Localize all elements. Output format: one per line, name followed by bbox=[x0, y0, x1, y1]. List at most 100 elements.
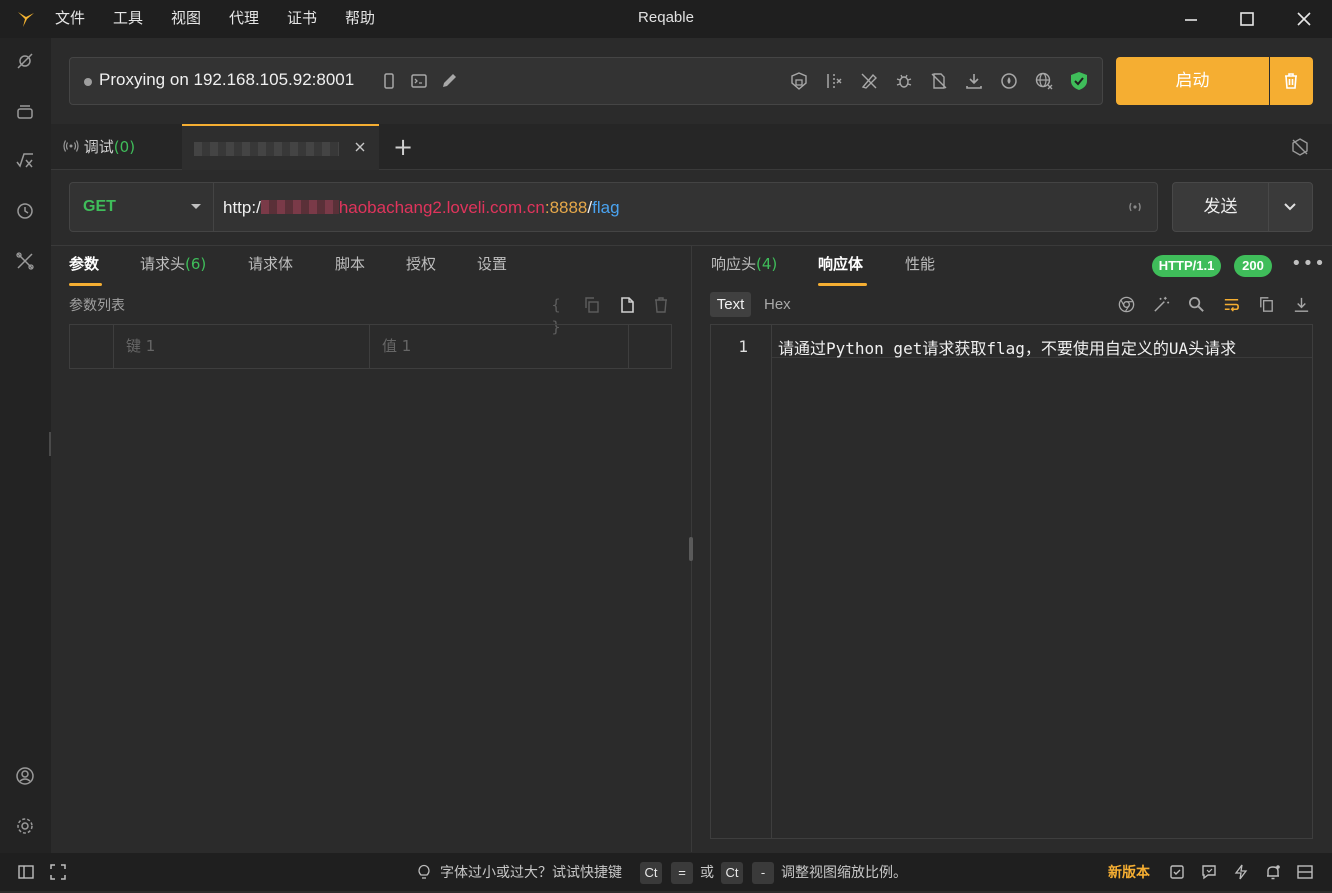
menu-help[interactable]: 帮助 bbox=[345, 0, 375, 38]
delete-icon[interactable] bbox=[650, 294, 672, 316]
broadcast-url-icon[interactable] bbox=[1126, 198, 1144, 216]
status-bar: 字体过小或过大？试试快捷键 Ct = 或 Ct - 调整视图缩放比例。 新版本 bbox=[0, 853, 1332, 891]
param-action-cell[interactable] bbox=[629, 325, 671, 368]
fullscreen-icon[interactable] bbox=[47, 861, 69, 883]
save-download-icon[interactable] bbox=[1291, 294, 1313, 316]
minimize-button[interactable] bbox=[1171, 4, 1211, 34]
history-stack-icon[interactable] bbox=[10, 96, 41, 127]
tab-params-label: 参数 bbox=[69, 255, 100, 273]
tab-request-headers-label: 请求头 bbox=[140, 255, 186, 273]
tab-performance[interactable]: 性能 bbox=[905, 246, 935, 286]
send-button[interactable]: 发送 bbox=[1172, 182, 1269, 232]
block-file-icon[interactable] bbox=[927, 69, 951, 93]
throttle-drop-icon[interactable] bbox=[997, 69, 1021, 93]
menu-proxy[interactable]: 代理 bbox=[229, 0, 259, 38]
layout-panel-icon[interactable] bbox=[1294, 861, 1316, 883]
edit-pencil-icon[interactable] bbox=[437, 69, 461, 93]
api-test-icon[interactable] bbox=[10, 146, 41, 177]
tab-request-body[interactable]: 请求体 bbox=[248, 246, 293, 286]
rewrite-disabled-icon[interactable] bbox=[857, 69, 881, 93]
param-checkbox-cell[interactable] bbox=[70, 325, 114, 368]
close-tab-icon[interactable] bbox=[352, 139, 368, 155]
dismiss-cube-icon[interactable] bbox=[1290, 137, 1312, 159]
shortcut-key-ctrl: Ct bbox=[640, 862, 662, 884]
tab-response-headers-count: (4) bbox=[756, 255, 778, 273]
http-method-select[interactable]: GET bbox=[70, 183, 214, 231]
terminal-icon[interactable] bbox=[407, 69, 431, 93]
params-list-label: 参数列表 bbox=[69, 298, 125, 314]
response-body-viewer[interactable]: 1 请通过Python get请求获取flag，不要使用自定义的UA头请求 bbox=[710, 324, 1313, 839]
tab-debug[interactable]: 调试(0) bbox=[51, 124, 182, 170]
code-line: 请通过Python get请求获取flag，不要使用自定义的UA头请求 bbox=[772, 325, 1312, 358]
menu-file[interactable]: 文件 bbox=[55, 0, 85, 38]
tab-response-headers[interactable]: 响应头(4) bbox=[711, 246, 777, 286]
account-icon[interactable] bbox=[10, 761, 41, 792]
tab-auth[interactable]: 授权 bbox=[406, 246, 436, 286]
tab-request-headers-count: (6) bbox=[185, 255, 207, 273]
proxy-status-text: Proxying on 192.168.105.92:8001 bbox=[99, 70, 355, 89]
lightning-icon[interactable] bbox=[1230, 861, 1252, 883]
settings-gear-icon[interactable] bbox=[10, 811, 41, 842]
tab-request-headers[interactable]: 请求头(6) bbox=[140, 246, 206, 286]
tab-settings[interactable]: 设置 bbox=[477, 246, 507, 286]
network-globe-icon[interactable] bbox=[1032, 69, 1056, 93]
params-table: 键 1 值 1 bbox=[69, 324, 672, 369]
send-options-button[interactable] bbox=[1268, 182, 1313, 232]
tab-debug-label: 调试 bbox=[83, 138, 114, 156]
magic-wand-icon[interactable] bbox=[1151, 294, 1173, 316]
url-path: flag bbox=[592, 198, 620, 217]
breakpoint-icon[interactable] bbox=[822, 69, 846, 93]
menu-tools[interactable]: 工具 bbox=[113, 0, 143, 38]
format-hex-button[interactable]: Hex bbox=[764, 292, 791, 317]
param-key-input[interactable]: 键 1 bbox=[114, 325, 370, 368]
start-proxy-button[interactable]: 启动 bbox=[1116, 57, 1269, 105]
copy-icon[interactable] bbox=[581, 294, 603, 316]
tab-debug-count: (0) bbox=[113, 138, 136, 156]
tab-script[interactable]: 脚本 bbox=[335, 246, 365, 286]
download-icon[interactable] bbox=[962, 69, 986, 93]
redacted-tab-title bbox=[194, 142, 339, 156]
browser-preview-icon[interactable] bbox=[1116, 294, 1138, 316]
zoom-hint-prefix: 字体过小或过大？试试快捷键 bbox=[440, 865, 622, 881]
word-wrap-icon[interactable] bbox=[1221, 294, 1243, 316]
tab-settings-label: 设置 bbox=[477, 255, 508, 273]
splitter-handle[interactable] bbox=[689, 537, 693, 561]
menu-certificate[interactable]: 证书 bbox=[287, 0, 317, 38]
security-shield-icon[interactable] bbox=[1067, 69, 1091, 93]
search-icon[interactable] bbox=[1186, 294, 1208, 316]
clear-trash-button[interactable] bbox=[1270, 57, 1313, 105]
proxy-status-dot bbox=[84, 78, 92, 86]
zoom-hint-suffix: 调整视图缩放比例。 bbox=[781, 865, 907, 881]
url-scheme: http:/ bbox=[223, 198, 261, 217]
bug-script-icon[interactable] bbox=[892, 69, 916, 93]
ssl-lock-icon[interactable] bbox=[787, 69, 811, 93]
param-value-input[interactable]: 值 1 bbox=[370, 325, 629, 368]
add-tab-button[interactable]: + bbox=[391, 135, 415, 160]
tools-icon[interactable] bbox=[10, 246, 41, 277]
more-options-button[interactable]: ••• bbox=[1291, 255, 1325, 276]
json-braces-icon[interactable]: { } bbox=[545, 294, 567, 336]
close-window-button[interactable] bbox=[1284, 4, 1324, 34]
redacted-url-part bbox=[260, 200, 339, 214]
copy-response-icon[interactable] bbox=[1256, 294, 1278, 316]
file-icon[interactable] bbox=[616, 294, 638, 316]
capture-satellite-icon[interactable] bbox=[10, 46, 41, 77]
request-url-bar: GET http:/ haobachang2.loveli.com.cn:8888… bbox=[69, 182, 1158, 232]
notification-bell-icon[interactable] bbox=[1262, 861, 1284, 883]
menu-view[interactable]: 视图 bbox=[171, 0, 201, 38]
history-clock-icon[interactable] bbox=[10, 196, 41, 227]
url-input[interactable]: http:/haobachang2.loveli.com.cn:8888/fla… bbox=[223, 183, 620, 231]
url-port: :8888 bbox=[544, 198, 588, 217]
tab-params[interactable]: 参数 bbox=[69, 246, 99, 286]
mobile-device-icon[interactable] bbox=[377, 69, 401, 93]
chevron-down-icon bbox=[1284, 203, 1296, 211]
format-text-button[interactable]: Text bbox=[710, 292, 751, 317]
tab-response-body[interactable]: 响应体 bbox=[818, 246, 863, 286]
maximize-button[interactable] bbox=[1227, 4, 1267, 34]
toggle-sidebar-icon[interactable] bbox=[15, 861, 37, 883]
new-version-link[interactable]: 新版本 bbox=[1108, 853, 1150, 891]
changelog-icon[interactable] bbox=[1166, 861, 1188, 883]
feedback-icon[interactable] bbox=[1198, 861, 1220, 883]
sidebar-resize-handle[interactable] bbox=[49, 432, 51, 456]
tab-request-active[interactable] bbox=[182, 124, 379, 170]
